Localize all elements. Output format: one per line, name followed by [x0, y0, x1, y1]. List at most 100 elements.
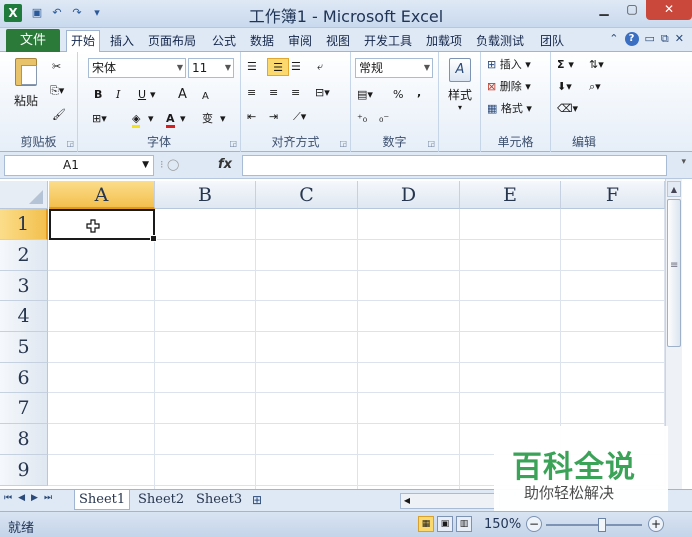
tab-formulas[interactable]: 公式	[212, 30, 236, 52]
next-sheet-icon[interactable]: ▶	[31, 493, 38, 503]
tab-developer[interactable]: 开发工具	[364, 30, 412, 52]
fill-color-dropdown-icon[interactable]: ▾	[148, 110, 154, 128]
find-select-icon[interactable]: ⌕▾	[589, 78, 601, 96]
increase-decimal-icon[interactable]: ⁺₀	[357, 110, 367, 128]
underline-button[interactable]: U	[138, 86, 146, 104]
close-icon[interactable]: ✕	[646, 0, 692, 20]
font-launcher-icon[interactable]: ◲	[229, 139, 237, 148]
comma-button[interactable]: ,	[417, 84, 421, 102]
percent-button[interactable]: %	[393, 86, 403, 104]
grow-font-button[interactable]: A	[178, 86, 187, 104]
scroll-up-icon[interactable]: ▲	[667, 181, 681, 197]
column-header-a[interactable]: A	[49, 181, 155, 209]
format-painter-icon[interactable]: 🖌	[52, 106, 66, 124]
wrap-text-icon[interactable]: ⤶	[317, 58, 323, 76]
column-header-f[interactable]: F	[561, 181, 665, 209]
insert-function-icon[interactable]: fx	[218, 157, 232, 172]
insert-sheet-icon[interactable]: ⊞	[252, 493, 262, 507]
font-size-select[interactable]: 11 ▼	[188, 58, 234, 78]
autosum-button[interactable]: Σ ▾	[557, 56, 574, 74]
column-header-c[interactable]: C	[256, 181, 358, 209]
zoom-slider-thumb[interactable]	[598, 518, 606, 532]
format-cells-button[interactable]: ▦ 格式 ▾	[487, 100, 532, 118]
font-color-dropdown-icon[interactable]: ▾	[180, 110, 186, 128]
shrink-font-button[interactable]: A	[202, 88, 209, 106]
help-icon[interactable]: ?	[624, 32, 639, 46]
page-break-view-icon[interactable]: ▥	[456, 516, 472, 532]
name-box[interactable]: A1 ▼	[4, 155, 154, 176]
border-icon[interactable]: ⊞▾	[92, 110, 107, 128]
paste-button[interactable]: 粘贴	[8, 58, 44, 109]
phonetic-button[interactable]: 变	[202, 110, 213, 128]
maximize-icon[interactable]: ▢	[618, 0, 646, 20]
horizontal-scrollbar[interactable]: ◀	[400, 493, 500, 509]
row-header-4[interactable]: 4	[0, 301, 48, 332]
tab-team[interactable]: 团队	[540, 30, 564, 52]
column-header-d[interactable]: D	[358, 181, 460, 209]
first-sheet-icon[interactable]: ⏮	[4, 493, 12, 503]
row-header-2[interactable]: 2	[0, 240, 48, 271]
column-header-b[interactable]: B	[155, 181, 256, 209]
orientation-icon[interactable]: ⟋▾	[293, 108, 306, 126]
merge-center-icon[interactable]: ⊟▾	[315, 84, 330, 102]
bold-button[interactable]: B	[94, 86, 102, 104]
active-cell-a1[interactable]	[49, 209, 157, 242]
tab-file[interactable]: 文件	[6, 29, 60, 52]
tab-addins[interactable]: 加载项	[426, 30, 462, 52]
collapse-ribbon-icon[interactable]: ⌃	[609, 32, 618, 46]
page-layout-view-icon[interactable]: ▣	[437, 516, 453, 532]
font-color-icon[interactable]: A	[166, 110, 175, 128]
align-center-icon[interactable]: ≡	[269, 84, 278, 102]
row-header-7[interactable]: 7	[0, 393, 48, 424]
align-top-icon[interactable]: ☰	[247, 58, 257, 76]
row-header-8[interactable]: 8	[0, 424, 48, 455]
italic-button[interactable]: I	[116, 86, 120, 104]
underline-dropdown-icon[interactable]: ▾	[150, 86, 156, 104]
align-bottom-icon[interactable]: ☰	[291, 58, 301, 76]
tab-load-test[interactable]: 负载测试	[476, 30, 524, 52]
tab-review[interactable]: 审阅	[288, 30, 312, 52]
last-sheet-icon[interactable]: ⏭	[44, 493, 52, 503]
sheet-tab-3[interactable]: Sheet3	[192, 490, 246, 510]
prev-sheet-icon[interactable]: ◀	[18, 493, 25, 503]
number-format-select[interactable]: 常规 ▼	[355, 58, 433, 78]
formula-input[interactable]	[242, 155, 667, 176]
number-launcher-icon[interactable]: ◲	[427, 139, 435, 148]
font-name-select[interactable]: 宋体 ▼	[88, 58, 186, 78]
select-all-corner[interactable]	[0, 181, 48, 209]
currency-icon[interactable]: ▤▾	[357, 86, 373, 104]
column-header-e[interactable]: E	[460, 181, 561, 209]
insert-cells-button[interactable]: ⊞ 插入 ▾	[487, 56, 531, 74]
row-header-1[interactable]: 1	[0, 209, 48, 240]
align-right-icon[interactable]: ≡	[291, 84, 300, 102]
row-header-6[interactable]: 6	[0, 363, 48, 393]
decrease-indent-icon[interactable]: ⇤	[247, 108, 256, 126]
alignment-launcher-icon[interactable]: ◲	[339, 139, 347, 148]
styles-button[interactable]: A 样式 ▾	[443, 58, 477, 112]
row-header-9[interactable]: 9	[0, 455, 48, 486]
restore-doc-icon[interactable]: ⧉	[661, 32, 669, 46]
sheet-tab-1[interactable]: Sheet1	[74, 490, 131, 510]
tab-insert[interactable]: 插入	[110, 30, 134, 52]
close-doc-icon[interactable]: ✕	[675, 32, 684, 46]
zoom-in-icon[interactable]: +	[648, 516, 664, 532]
minimize-icon[interactable]: ▁	[590, 0, 618, 20]
zoom-level[interactable]: 150%	[484, 517, 521, 532]
row-header-5[interactable]: 5	[0, 332, 48, 363]
tab-view[interactable]: 视图	[326, 30, 350, 52]
expand-formula-icon[interactable]: ▾	[681, 157, 686, 167]
clipboard-launcher-icon[interactable]: ◲	[66, 139, 74, 148]
align-left-icon[interactable]: ≡	[247, 84, 256, 102]
delete-cells-button[interactable]: ⊠ 删除 ▾	[487, 78, 531, 96]
vertical-scroll-thumb[interactable]	[667, 199, 681, 347]
copy-icon[interactable]: ⎘▾	[50, 82, 64, 100]
tab-page-layout[interactable]: 页面布局	[148, 30, 196, 52]
row-header-3[interactable]: 3	[0, 271, 48, 301]
minimize-doc-icon[interactable]: ▭	[645, 32, 655, 46]
align-middle-icon[interactable]: ☰	[267, 58, 289, 76]
increase-indent-icon[interactable]: ⇥	[269, 108, 278, 126]
cut-icon[interactable]: ✂	[52, 58, 61, 76]
zoom-out-icon[interactable]: −	[526, 516, 542, 532]
decrease-decimal-icon[interactable]: ₀⁻	[379, 110, 389, 128]
clear-icon[interactable]: ⌫▾	[557, 100, 578, 118]
